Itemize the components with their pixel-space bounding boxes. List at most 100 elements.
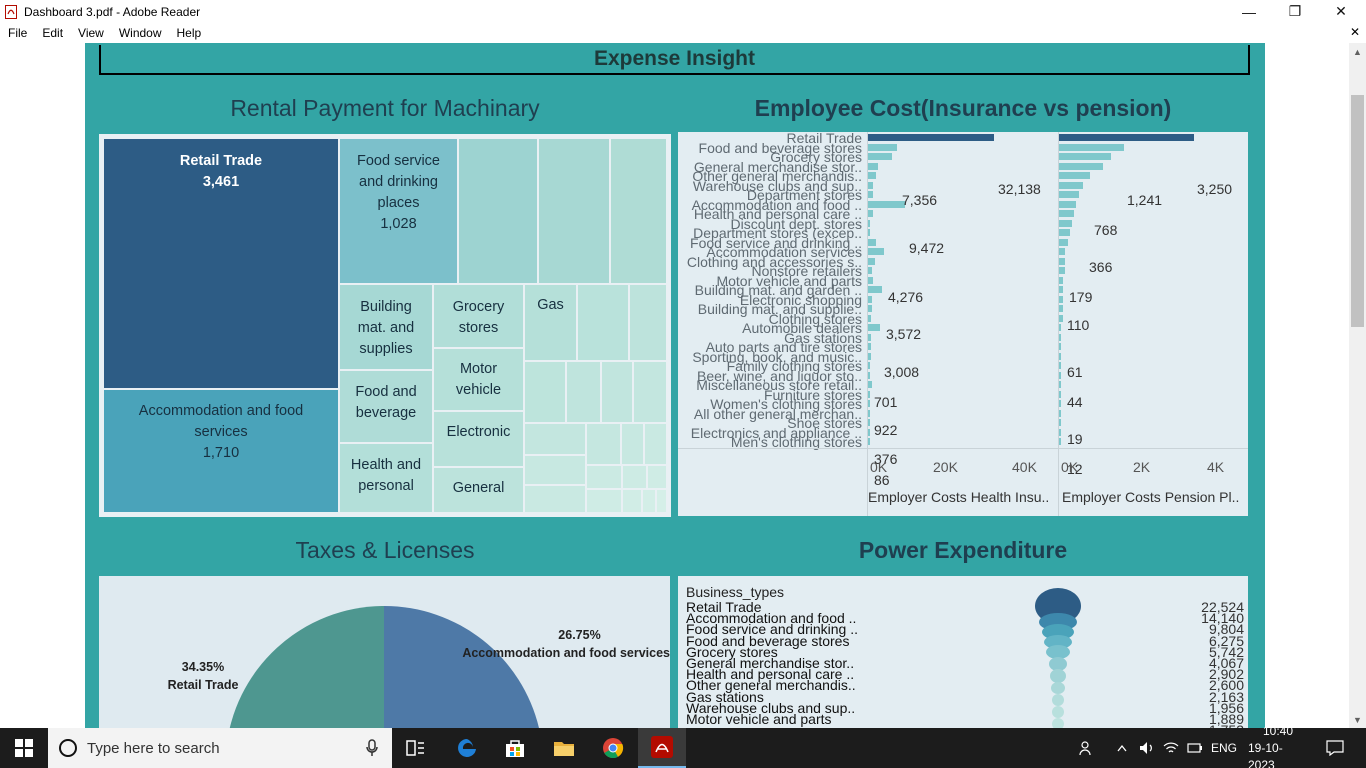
pension-bar[interactable] [1059,438,1061,445]
pension-bar[interactable] [1059,400,1061,407]
pension-bar[interactable] [1059,134,1195,141]
network-icon[interactable] [1160,728,1182,768]
insurance-bar[interactable] [868,371,870,379]
menu-view[interactable]: View [70,26,111,40]
insurance-bar[interactable] [868,153,893,160]
funnel-segment[interactable] [1052,706,1064,718]
battery-icon[interactable] [1184,728,1206,768]
treemap-cell[interactable] [621,423,644,465]
pension-bar[interactable] [1059,172,1091,179]
treemap-cell[interactable] [610,138,667,284]
treemap-cell[interactable] [633,361,667,423]
store-icon[interactable] [491,728,539,768]
microphone-icon[interactable] [366,739,378,757]
menu-edit[interactable]: Edit [34,26,70,40]
pension-bar[interactable] [1059,191,1080,198]
treemap-cell-grocery[interactable]: Grocery stores [433,284,524,348]
insurance-bar[interactable] [868,381,873,388]
pension-bar[interactable] [1059,305,1063,312]
treemap-cell-motor-vehicle[interactable]: Motor vehicle [433,348,524,411]
pension-bar[interactable] [1059,162,1104,170]
insurance-bar[interactable] [868,324,881,331]
pension-bar[interactable] [1059,257,1065,265]
adobe-reader-taskbar-icon[interactable] [638,728,686,768]
treemap-cell[interactable] [656,489,667,513]
funnel-segment[interactable] [1050,669,1066,683]
treemap-cell-accommodation[interactable]: Accommodation and food services 1,710 [103,389,339,513]
insurance-bar[interactable] [868,400,870,407]
insurance-bar[interactable] [868,238,877,246]
funnel-segment[interactable] [1052,718,1064,728]
chrome-icon[interactable] [589,728,637,768]
pension-bar[interactable] [1059,314,1063,322]
treemap-cell[interactable] [458,138,538,284]
insurance-bar[interactable] [868,219,870,227]
treemap-cell[interactable] [586,465,622,489]
scroll-down-icon[interactable]: ▼ [1349,711,1366,728]
insurance-bar[interactable] [868,362,870,369]
pension-bar[interactable] [1059,371,1061,379]
minimize-button[interactable]: — [1226,0,1272,23]
treemap-cell-electronic[interactable]: Electronic [433,411,524,467]
treemap-cell-building-mat[interactable]: Building mat. and supplies [339,284,433,370]
insurance-bar[interactable] [868,438,870,445]
taskbar-search[interactable]: Type here to search [48,728,392,768]
insurance-bar[interactable] [868,305,873,312]
pension-bar[interactable] [1059,333,1061,341]
pension-bar[interactable] [1059,200,1076,208]
treemap-cell[interactable] [524,455,586,485]
insurance-bar[interactable] [868,172,877,179]
insurance-bar[interactable] [868,314,871,322]
insurance-bar[interactable] [868,419,870,426]
insurance-bar[interactable] [868,295,873,303]
treemap-cell-food-beverage[interactable]: Food and beverage [339,370,433,443]
language-indicator[interactable]: ENG [1208,728,1240,768]
chevron-up-icon[interactable] [1112,728,1132,768]
pension-bar[interactable] [1059,286,1063,293]
insurance-bar[interactable] [868,333,871,341]
treemap-cell-general[interactable]: General [433,467,524,513]
pension-bar[interactable] [1059,153,1111,160]
close-document-icon[interactable]: ✕ [1350,25,1360,39]
pension-bar[interactable] [1059,409,1061,417]
treemap-cell[interactable] [586,423,621,465]
pension-bar[interactable] [1059,419,1061,426]
funnel-segment[interactable] [1049,657,1067,671]
insurance-bar[interactable] [868,162,878,170]
pension-bar[interactable] [1059,219,1072,227]
pension-bar[interactable] [1059,381,1061,388]
insurance-bar[interactable] [868,181,874,189]
treemap-cell[interactable] [524,361,566,423]
pension-bar[interactable] [1059,248,1065,255]
insurance-bar[interactable] [868,390,870,398]
treemap-cell[interactable] [538,138,610,284]
insurance-bar[interactable] [868,428,870,436]
insurance-bar[interactable] [868,143,897,151]
pie-slice-accommodation[interactable] [384,605,539,728]
pension-bar[interactable] [1059,143,1124,151]
pension-bar[interactable] [1059,343,1061,350]
pension-bar[interactable] [1059,390,1061,398]
insurance-bar[interactable] [868,248,885,255]
scroll-thumb[interactable] [1351,95,1364,327]
treemap-cell[interactable] [601,361,633,423]
pension-bar[interactable] [1059,352,1061,360]
scroll-up-icon[interactable]: ▲ [1349,43,1366,60]
pension-bar[interactable] [1059,428,1061,436]
edge-icon[interactable] [443,728,491,768]
insurance-bar[interactable] [868,409,870,417]
volume-icon[interactable] [1136,728,1158,768]
pension-bar[interactable] [1059,276,1063,284]
treemap-cell[interactable] [566,361,601,423]
insurance-bar[interactable] [868,134,995,141]
insurance-bar[interactable] [868,200,905,208]
maximize-button[interactable]: ❐ [1272,0,1318,23]
treemap-cell[interactable] [629,284,667,361]
close-button[interactable]: ✕ [1318,0,1364,23]
task-view-icon[interactable] [392,728,440,768]
vertical-scrollbar[interactable]: ▲ ▼ [1349,43,1366,728]
insurance-bar[interactable] [868,267,873,274]
funnel-segment[interactable] [1051,682,1065,694]
funnel-segment[interactable] [1052,694,1064,706]
treemap-cell[interactable] [642,489,656,513]
